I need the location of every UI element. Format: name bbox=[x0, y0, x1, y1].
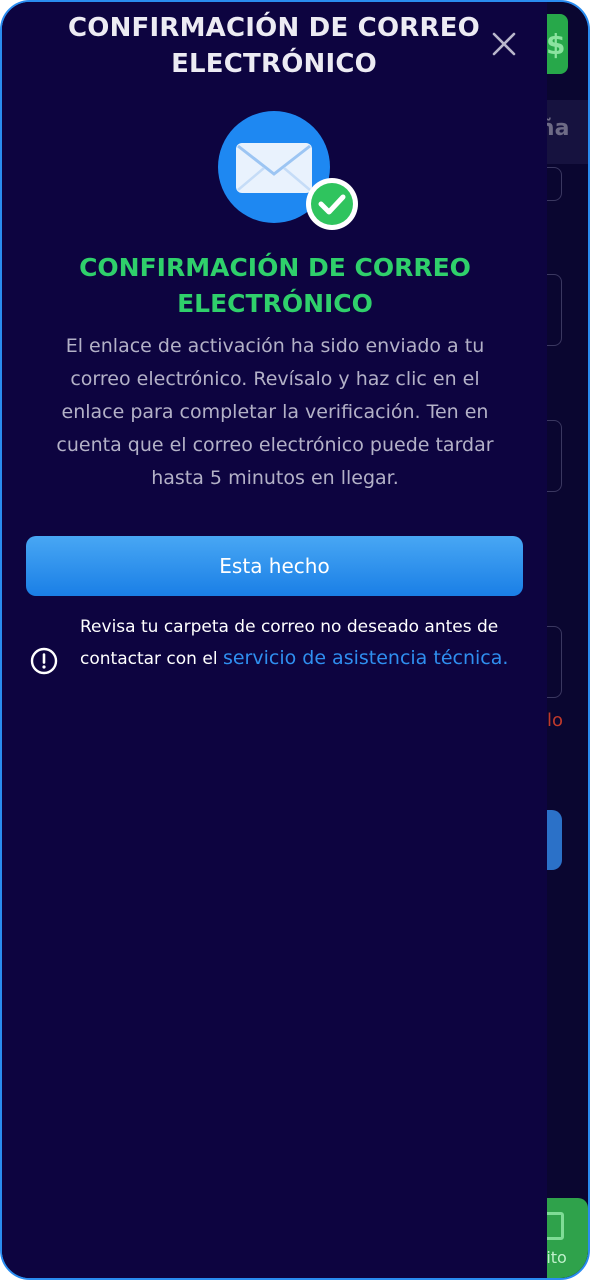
done-button[interactable]: Esta hecho bbox=[26, 536, 523, 596]
close-icon bbox=[492, 32, 516, 56]
background-error-text: lo bbox=[547, 710, 564, 731]
dollar-icon: $ bbox=[546, 28, 566, 61]
phone-frame: $ eña lo sito CONFIRMACIÓN DE CORREO ELE… bbox=[0, 0, 590, 1280]
close-button[interactable] bbox=[488, 28, 520, 60]
success-title: CONFIRMACIÓN DE CORREO ELECTRÓNICO bbox=[79, 253, 471, 318]
email-confirmation-modal: CONFIRMACIÓN DE CORREO ELECTRÓNICO CONFI… bbox=[2, 2, 547, 1278]
email-sent-illustration bbox=[216, 110, 366, 232]
info-circle-icon bbox=[30, 647, 58, 675]
check-circle-icon bbox=[306, 178, 358, 230]
spam-folder-note: Revisa tu carpeta de correo no deseado a… bbox=[80, 612, 532, 675]
modal-title: CONFIRMACIÓN DE CORREO ELECTRÓNICO bbox=[68, 13, 480, 79]
support-link[interactable]: servicio de asistencia técnica. bbox=[223, 647, 508, 669]
confirmation-message: El enlace de activación ha sido enviado … bbox=[56, 335, 494, 489]
